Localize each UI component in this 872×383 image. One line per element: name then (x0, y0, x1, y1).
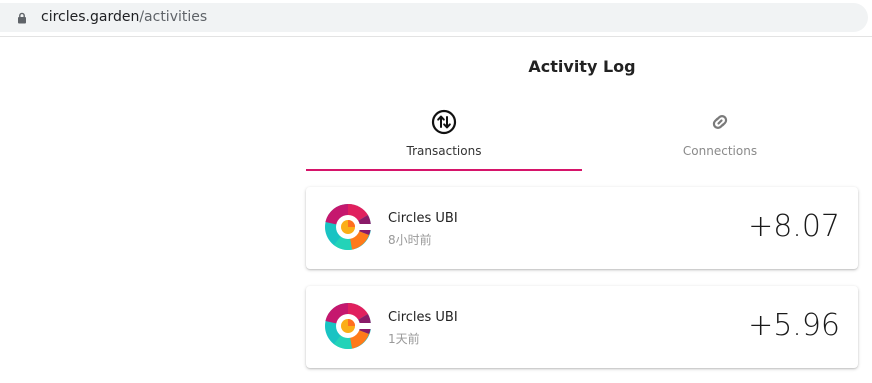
tab-connections[interactable]: Connections (582, 104, 858, 172)
active-tab-indicator (306, 169, 582, 171)
activity-amount: +5.96 (748, 308, 840, 343)
address-bar[interactable]: circles.garden/activities (0, 3, 868, 32)
activity-time: 8小时前 (388, 233, 432, 247)
circles-logo-icon (325, 302, 372, 349)
activity-card[interactable]: Circles UBI 1天前 +5.96 (306, 286, 858, 368)
activity-amount: +8.07 (748, 209, 840, 244)
circles-logo-icon (325, 203, 372, 250)
activity-title: Circles UBI (388, 211, 458, 226)
tab-transactions-label: Transactions (406, 144, 482, 158)
page-title: Activity Log (528, 57, 636, 76)
activity-title: Circles UBI (388, 310, 458, 325)
url-path: /activities (139, 9, 208, 25)
tab-transactions[interactable]: Transactions (306, 104, 582, 172)
activity-time: 1天前 (388, 332, 420, 346)
lock-icon[interactable] (16, 12, 28, 24)
tab-connections-label: Connections (682, 144, 758, 158)
transactions-arrows-icon (431, 109, 457, 135)
url-text[interactable]: circles.garden/activities (41, 9, 207, 25)
url-domain: circles.garden (41, 9, 140, 25)
activity-card[interactable]: Circles UBI 8小时前 +8.07 (306, 187, 858, 269)
link-icon (712, 115, 728, 129)
browser-bar: circles.garden/activities (0, 0, 872, 37)
